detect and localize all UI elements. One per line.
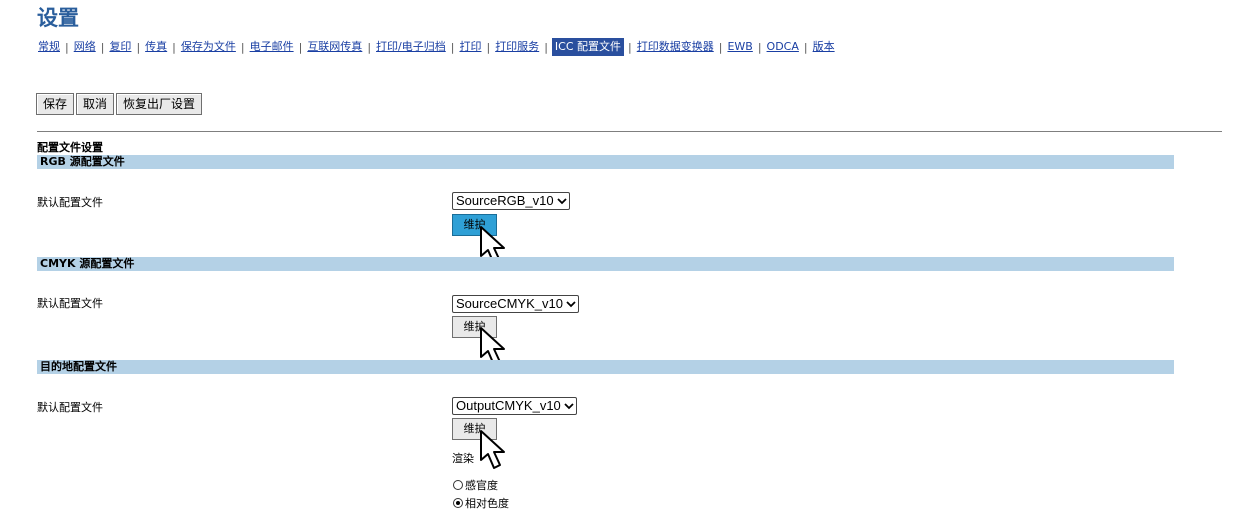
reset-factory-button[interactable]: 恢复出厂设置 — [116, 93, 203, 115]
destination-profile-select[interactable]: OutputCMYK_v10 — [452, 397, 577, 415]
tab-separator: | — [298, 40, 303, 54]
tab-separator: | — [100, 40, 105, 54]
tab-fax[interactable]: 传真 — [144, 39, 168, 55]
tab-internet-fax[interactable]: 互联网传真 — [306, 39, 363, 55]
radio-label: 感官度 — [465, 479, 498, 492]
radio-button-selected[interactable] — [453, 498, 463, 508]
destination-section-header: 目的地配置文件 — [37, 360, 1174, 374]
tab-print-data-converter[interactable]: 打印数据变换器 — [636, 39, 715, 55]
tab-separator: | — [450, 40, 455, 54]
rgb-default-profile-label: 默认配置文件 — [37, 196, 103, 209]
tab-separator: | — [486, 40, 491, 54]
destination-maintain-button[interactable]: 维护 — [452, 418, 497, 440]
tab-separator: | — [367, 40, 372, 54]
tab-separator: | — [628, 40, 632, 54]
radio-label: 相对色度 — [465, 497, 509, 510]
tab-email[interactable]: 电子邮件 — [249, 39, 295, 55]
tab-print-e-filing[interactable]: 打印/电子归档 — [375, 39, 447, 55]
cmyk-profile-select[interactable]: SourceCMYK_v10 — [452, 295, 579, 313]
destination-profile-value: OutputCMYK_v10 — [456, 398, 561, 413]
page-title: 设置 — [37, 6, 79, 30]
tab-copy[interactable]: 复印 — [108, 39, 132, 55]
save-button[interactable]: 保存 — [36, 93, 75, 115]
tab-print[interactable]: 打印 — [458, 39, 482, 55]
tab-general[interactable]: 常规 — [37, 39, 61, 55]
tab-separator: | — [544, 40, 548, 54]
tab-separator: | — [718, 40, 723, 54]
cancel-button[interactable]: 取消 — [76, 93, 115, 115]
tab-separator: | — [172, 40, 176, 54]
tab-print-service[interactable]: 打印服务 — [494, 39, 540, 55]
radio-perceptual[interactable]: 感官度 — [453, 477, 498, 493]
tab-odca[interactable]: ODCA — [766, 39, 800, 55]
cmyk-profile-value: SourceCMYK_v10 — [456, 296, 563, 311]
rgb-maintain-button[interactable]: 维护 — [452, 214, 497, 236]
rendering-label: 渲染 — [452, 452, 474, 465]
chevron-down-icon — [556, 198, 567, 205]
settings-tab-bar: 常规 | 网络 | 复印 | 传真 | 保存为文件 | 电子邮件 | 互联网传真 | 打印/电… — [37, 38, 836, 56]
tab-separator: | — [803, 40, 808, 54]
radio-relative-colorimetric[interactable]: 相对色度 — [453, 495, 509, 511]
tab-ewb[interactable]: EWB — [726, 39, 753, 55]
tab-icc-profile[interactable]: ICC 配置文件 — [551, 38, 625, 56]
rgb-profile-select[interactable]: SourceRGB_v10 — [452, 192, 570, 210]
rgb-section-header: RGB 源配置文件 — [37, 155, 1174, 169]
cmyk-maintain-button[interactable]: 维护 — [452, 316, 497, 338]
tab-separator: | — [757, 40, 762, 54]
tab-network[interactable]: 网络 — [73, 39, 97, 55]
rgb-profile-value: SourceRGB_v10 — [456, 193, 554, 208]
chevron-down-icon — [564, 403, 574, 410]
tab-separator: | — [136, 40, 141, 54]
action-toolbar: 保存 取消 恢复出厂设置 — [36, 93, 203, 115]
cmyk-default-profile-label: 默认配置文件 — [37, 297, 103, 310]
tab-version[interactable]: 版本 — [812, 39, 836, 55]
radio-button[interactable] — [453, 480, 463, 490]
divider — [37, 131, 1222, 132]
tab-save-as-file[interactable]: 保存为文件 — [180, 39, 237, 55]
chevron-down-icon — [566, 301, 576, 308]
section-heading: 配置文件设置 — [37, 141, 103, 154]
cmyk-section-header: CMYK 源配置文件 — [37, 257, 1174, 271]
tab-separator: | — [240, 40, 245, 54]
tab-separator: | — [65, 40, 69, 54]
destination-default-profile-label: 默认配置文件 — [37, 401, 103, 414]
